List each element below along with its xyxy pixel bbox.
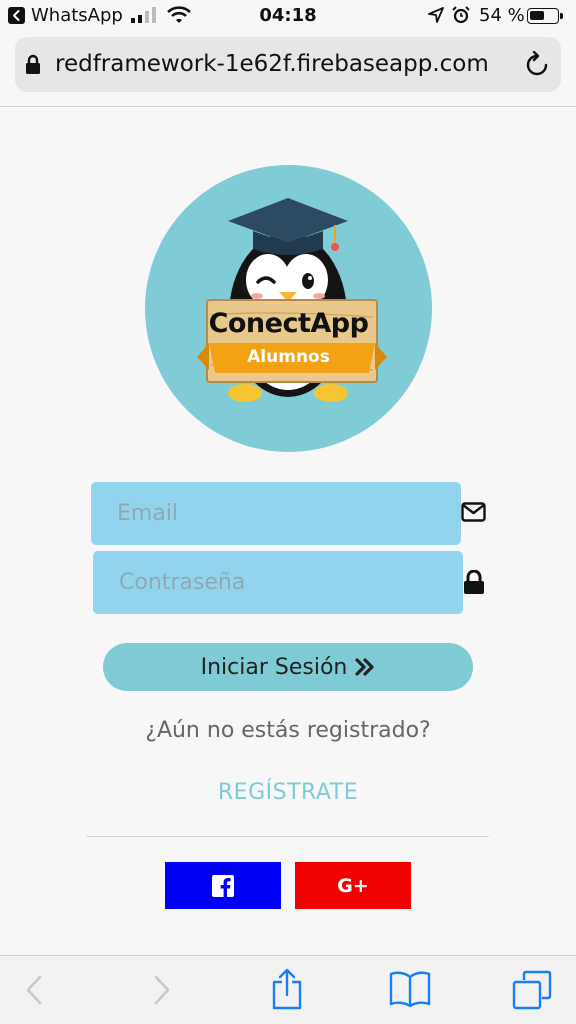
- email-input[interactable]: [91, 482, 461, 545]
- double-chevron-right-icon: [355, 658, 374, 676]
- facebook-icon: [212, 874, 234, 897]
- logo-subtitle: Alumnos: [247, 347, 330, 367]
- email-field-container: [91, 482, 461, 545]
- logo-title: ConectApp: [208, 308, 369, 339]
- battery-level-fill: [530, 11, 544, 20]
- address-bar-divider: [0, 106, 576, 107]
- url-text[interactable]: redframework-1e62f.firebaseapp.com: [55, 51, 489, 77]
- google-plus-label: G+: [337, 874, 369, 897]
- google-plus-login-button[interactable]: G+: [295, 862, 411, 909]
- social-divider: [86, 836, 489, 837]
- share-icon[interactable]: [272, 968, 302, 1010]
- login-button[interactable]: Iniciar Sesión: [103, 643, 473, 691]
- facebook-login-button[interactable]: [165, 862, 281, 909]
- battery-percent: 54 %: [479, 5, 525, 26]
- lock-icon: [26, 54, 40, 74]
- login-button-label: Iniciar Sesión: [200, 654, 348, 680]
- reload-icon[interactable]: [525, 51, 549, 78]
- address-bar[interactable]: redframework-1e62f.firebaseapp.com: [15, 37, 561, 92]
- padlock-icon: [464, 570, 484, 594]
- tabs-icon[interactable]: [512, 970, 552, 1010]
- alarm-icon: [452, 6, 470, 24]
- envelope-icon: [461, 502, 486, 522]
- register-link[interactable]: REGÍSTRATE: [0, 780, 576, 805]
- location-arrow-icon: [428, 7, 444, 23]
- not-registered-text: ¿Aún no estás registrado?: [145, 718, 431, 743]
- forward-arrow-icon[interactable]: [152, 974, 172, 1006]
- battery-icon: [527, 8, 563, 24]
- back-arrow-icon[interactable]: [24, 974, 44, 1006]
- app-logo: ConectApp Alumnos: [145, 165, 432, 452]
- bookmarks-icon[interactable]: [389, 970, 431, 1008]
- password-field-container: [93, 551, 463, 614]
- status-bar: WhatsApp 04:18 54 %: [0, 0, 576, 34]
- password-input[interactable]: [93, 551, 463, 614]
- browser-toolbar: [0, 955, 576, 1024]
